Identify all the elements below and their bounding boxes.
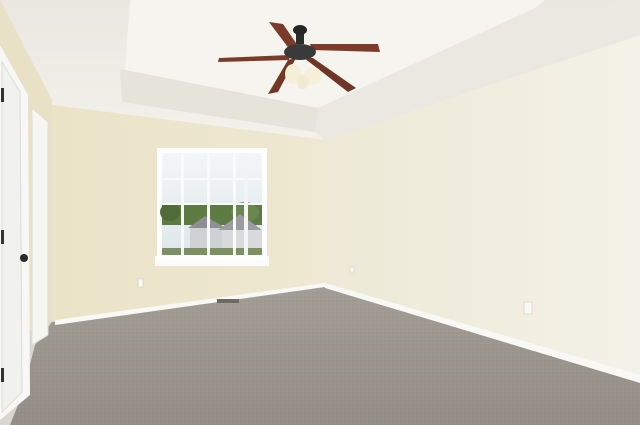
door-panel — [1, 60, 23, 414]
room-svg — [0, 0, 640, 425]
empty-room-photo — [0, 0, 640, 425]
outlet-icon-back — [349, 266, 355, 274]
window-center-rail — [244, 153, 248, 255]
closet-door-frame — [31, 106, 49, 346]
window-tree-left — [160, 203, 180, 221]
door-hinge-bottom — [1, 368, 4, 382]
floor-vent-icon — [217, 299, 239, 303]
outlet-icon-right — [523, 301, 533, 315]
outlet-icon — [137, 278, 144, 288]
door-hinge-lower — [1, 230, 4, 244]
door-knob-icon — [20, 254, 28, 262]
door-hinge — [1, 88, 4, 102]
fan-canopy — [293, 25, 307, 35]
fan-motor — [284, 44, 316, 60]
window-house-2 — [222, 230, 262, 250]
window — [155, 148, 269, 266]
fan-light-center — [297, 75, 309, 89]
